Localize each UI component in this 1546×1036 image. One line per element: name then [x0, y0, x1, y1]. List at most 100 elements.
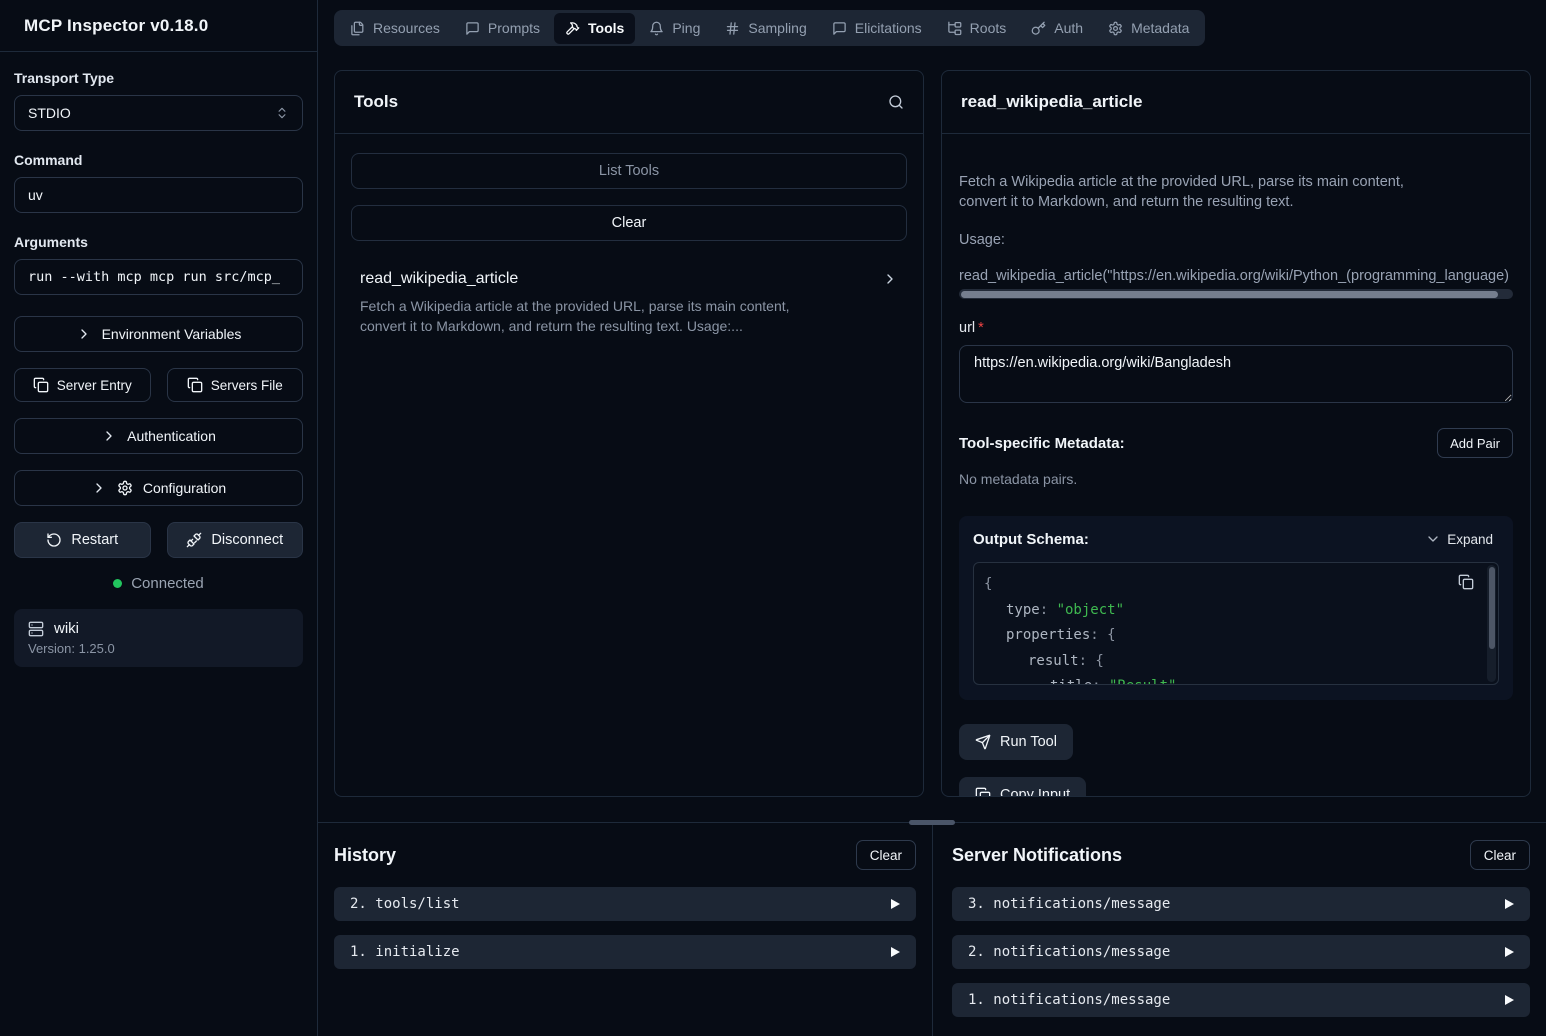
tab-tools[interactable]: Tools: [554, 13, 635, 44]
tab-label: Ping: [672, 20, 700, 36]
content-row: Tools List Tools Clear read_wikipedia_ar…: [318, 46, 1546, 797]
tool-detail-title: read_wikipedia_article: [961, 92, 1142, 112]
authentication-label: Authentication: [127, 428, 216, 444]
notification-item[interactable]: 1. notifications/message: [952, 983, 1530, 1017]
copy-icon: [33, 377, 49, 393]
notification-item-label: 3. notifications/message: [968, 896, 1170, 912]
tab-metadata[interactable]: Metadata: [1097, 13, 1200, 43]
split-drag-handle[interactable]: [909, 820, 955, 825]
copy-icon: [1458, 574, 1474, 590]
server-config-buttons: Server Entry Servers File: [14, 368, 303, 402]
clear-tools-button[interactable]: Clear: [351, 205, 907, 241]
tab-auth[interactable]: Auth: [1020, 13, 1094, 43]
tree-icon: [947, 21, 962, 36]
server-notifications-list: 3. notifications/message 2. notifications…: [952, 887, 1530, 1017]
list-tools-button[interactable]: List Tools: [351, 153, 907, 189]
usage-horizontal-scrollbar[interactable]: [959, 289, 1513, 299]
usage-code: read_wikipedia_article("https://en.wikip…: [959, 268, 1513, 284]
configuration-button[interactable]: Configuration: [14, 470, 303, 506]
chevron-right-icon: [91, 480, 107, 496]
output-schema-label: Output Schema:: [973, 531, 1089, 548]
url-field-label: url*: [959, 320, 1513, 336]
arguments-field: Arguments: [14, 234, 303, 295]
tool-detail-header: read_wikipedia_article: [942, 71, 1530, 134]
configuration-label: Configuration: [143, 480, 226, 496]
disconnect-button[interactable]: Disconnect: [167, 522, 304, 558]
add-pair-button[interactable]: Add Pair: [1437, 428, 1513, 458]
server-notifications-title: Server Notifications: [952, 845, 1122, 866]
required-asterisk: *: [978, 320, 984, 336]
history-item-label: 2. tools/list: [350, 896, 460, 912]
clear-notifications-button[interactable]: Clear: [1470, 840, 1530, 870]
schema-code-line: properties: {: [974, 623, 1472, 649]
environment-variables-label: Environment Variables: [102, 326, 242, 342]
environment-variables-button[interactable]: Environment Variables: [14, 316, 303, 352]
server-info-card: wiki Version: 1.25.0: [14, 609, 303, 667]
servers-file-label: Servers File: [211, 378, 283, 393]
schema-code-line: type: "object": [974, 598, 1472, 624]
url-label-text: url: [959, 320, 975, 336]
history-panel: History Clear 2. tools/list1. initialize: [318, 823, 933, 1036]
expand-schema-button[interactable]: Expand: [1419, 530, 1499, 548]
connection-actions: Restart Disconnect: [14, 522, 303, 558]
transport-field: Transport Type STDIO: [14, 70, 303, 131]
schema-vertical-scrollbar[interactable]: [1487, 565, 1496, 682]
connection-status-label: Connected: [131, 575, 204, 592]
copy-schema-button[interactable]: [1458, 574, 1474, 590]
message-icon: [832, 21, 847, 36]
tab-prompts[interactable]: Prompts: [454, 13, 551, 43]
notification-item[interactable]: 2. notifications/message: [952, 935, 1530, 969]
servers-file-button[interactable]: Servers File: [167, 368, 304, 402]
history-list: 2. tools/list 1. initialize: [334, 887, 916, 969]
tools-panel: Tools List Tools Clear read_wikipedia_ar…: [334, 70, 924, 797]
copy-input-label: Copy Input: [1000, 787, 1070, 797]
history-item[interactable]: 2. tools/list: [334, 887, 916, 921]
notification-item-label: 2. notifications/message: [968, 944, 1170, 960]
server-entry-button[interactable]: Server Entry: [14, 368, 151, 402]
tab-resources[interactable]: Resources: [339, 13, 451, 43]
play-icon: [1505, 995, 1514, 1005]
notification-item[interactable]: 3. notifications/message: [952, 887, 1530, 921]
search-button[interactable]: [888, 94, 904, 110]
hash-icon: [725, 21, 740, 36]
command-label: Command: [14, 152, 303, 168]
tab-elicitations[interactable]: Elicitations: [821, 13, 933, 43]
tab-label: Auth: [1054, 20, 1083, 36]
arguments-input[interactable]: [14, 259, 303, 295]
command-field: Command: [14, 152, 303, 213]
hammer-icon: [565, 21, 580, 36]
files-icon: [350, 21, 365, 36]
scrollbar-thumb[interactable]: [961, 291, 1498, 298]
send-icon: [975, 734, 991, 750]
tab-roots[interactable]: Roots: [936, 13, 1018, 43]
url-input[interactable]: https://en.wikipedia.org/wiki/Bangladesh: [959, 345, 1513, 403]
clear-history-button[interactable]: Clear: [856, 840, 916, 870]
play-icon: [891, 947, 900, 957]
authentication-button[interactable]: Authentication: [14, 418, 303, 454]
tool-list-item[interactable]: read_wikipedia_article Fetch a Wikipedia…: [351, 257, 907, 336]
usage-label: Usage:: [959, 232, 1513, 248]
tab-ping[interactable]: Ping: [638, 13, 711, 43]
tools-panel-body: List Tools Clear read_wikipedia_article …: [335, 134, 923, 355]
bell-icon: [649, 21, 664, 36]
tab-label: Tools: [588, 20, 624, 36]
tab-sampling[interactable]: Sampling: [714, 13, 817, 43]
metadata-label: Tool-specific Metadata:: [959, 435, 1125, 452]
server-name: wiki: [54, 620, 79, 637]
sidebar: MCP Inspector v0.18.0 Transport Type STD…: [0, 0, 318, 1036]
run-tool-button[interactable]: Run Tool: [959, 724, 1073, 760]
restart-button[interactable]: Restart: [14, 522, 151, 558]
unplug-icon: [186, 532, 202, 548]
server-notifications-panel: Server Notifications Clear 3. notificati…: [933, 823, 1546, 1036]
copy-icon: [187, 377, 203, 393]
transport-select[interactable]: STDIO: [14, 95, 303, 131]
tool-name: read_wikipedia_article: [360, 270, 518, 288]
tool-detail-description: Fetch a Wikipedia article at the provide…: [959, 172, 1513, 212]
scrollbar-thumb[interactable]: [1489, 567, 1495, 649]
play-icon: [891, 899, 900, 909]
command-input[interactable]: [14, 177, 303, 213]
copy-input-button[interactable]: Copy Input: [959, 777, 1086, 797]
history-item[interactable]: 1. initialize: [334, 935, 916, 969]
tab-label: Elicitations: [855, 20, 922, 36]
sidebar-body: Transport Type STDIO Command Arguments E…: [0, 52, 317, 667]
